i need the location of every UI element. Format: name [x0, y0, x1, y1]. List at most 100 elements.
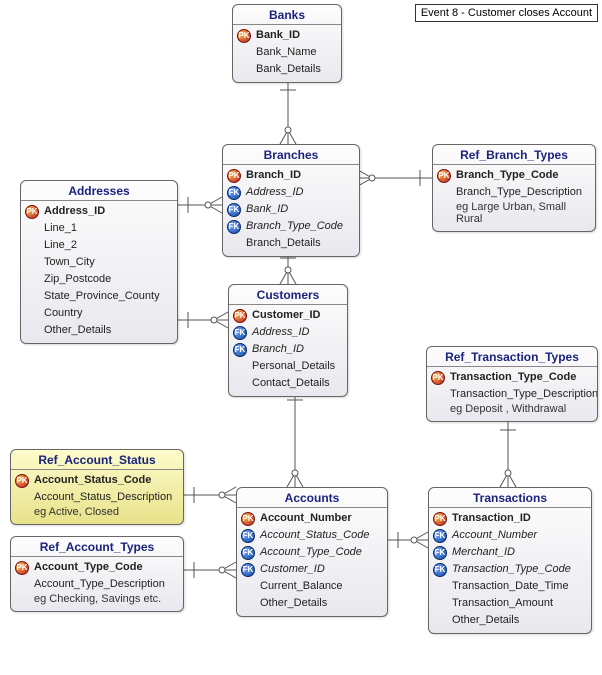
attr-label: Zip_Postcode [44, 272, 171, 287]
attr-row: Bank_ID [233, 27, 341, 44]
attr-row: Address_ID [229, 324, 347, 341]
attr-row: Branch_Type_Code [223, 218, 359, 235]
attr-label: Account_Type_Code [34, 560, 177, 575]
entity-accounts: AccountsAccount_NumberAccount_Status_Cod… [236, 487, 388, 617]
entity-note: eg Checking, Savings etc. [11, 593, 183, 607]
entity-title: Addresses [21, 181, 177, 201]
attr-row: Branch_Type_Code [433, 167, 595, 184]
attr-label: Transaction_Type_Description [450, 387, 598, 402]
attr-label: Bank_Name [256, 45, 335, 60]
attr-label: Transaction_Amount [452, 596, 585, 611]
attr-row: Transaction_ID [429, 510, 591, 527]
attr-row: Branch_Details [223, 235, 359, 252]
attr-row: Account_Type_Description [11, 576, 183, 593]
attr-row: Current_Balance [237, 578, 387, 595]
pk-icon [227, 169, 241, 183]
attr-row: Branch_Type_Description [433, 184, 595, 201]
attr-row: Town_City [21, 254, 177, 271]
entity-banks: Banks Bank_IDBank_Name Bank_Details [232, 4, 342, 83]
pk-icon [233, 309, 247, 323]
pk-icon [25, 205, 39, 219]
attr-label: Account_Status_Description [34, 490, 177, 505]
attr-label: Account_Type_Description [34, 577, 177, 592]
entity-attrs: Bank_IDBank_Name Bank_Details [233, 25, 341, 82]
attr-label: Other_Details [44, 323, 171, 338]
attr-row: Account_Number [237, 510, 387, 527]
attr-row: Account_Status_Code [11, 472, 183, 489]
attr-label: Town_City [44, 255, 171, 270]
attr-label: Branch_Type_Code [456, 168, 589, 183]
entity-title: Branches [223, 145, 359, 165]
attr-label: Customer_ID [252, 308, 341, 323]
attr-label: Branch_ID [252, 342, 341, 357]
attr-label: Account_Type_Code [260, 545, 381, 560]
entity-title: Banks [233, 5, 341, 25]
caption-label: Event 8 - Customer closes Account [421, 7, 592, 19]
pk-icon [15, 474, 29, 488]
attr-label: Transaction_Type_Code [452, 562, 585, 577]
entity-note: eg Active, Closed [11, 506, 183, 520]
attr-row: Merchant_ID [429, 544, 591, 561]
attr-row: State_Province_County [21, 288, 177, 305]
pk-icon [241, 512, 255, 526]
spacer-icon [241, 580, 255, 594]
spacer-icon [25, 256, 39, 270]
attr-row: Account_Number [429, 527, 591, 544]
fk-icon [233, 343, 247, 357]
attr-label: Bank_Details [256, 62, 335, 77]
spacer-icon [437, 186, 451, 200]
attr-label: Branch_Type_Description [456, 185, 589, 200]
attr-row: Bank_ID [223, 201, 359, 218]
spacer-icon [241, 597, 255, 611]
attr-row: Personal_Details [229, 358, 347, 375]
spacer-icon [433, 614, 447, 628]
entity-attrs: Transaction_IDAccount_NumberMerchant_ID T… [429, 508, 591, 633]
entity-note: eg Large Urban, Small Rural [433, 201, 595, 227]
attr-label: Bank_ID [246, 202, 353, 217]
attr-label: Country [44, 306, 171, 321]
fk-icon [433, 546, 447, 560]
spacer-icon [25, 324, 39, 338]
spacer-icon [433, 580, 447, 594]
fk-icon [227, 203, 241, 217]
fk-icon [227, 186, 241, 200]
attr-label: Branch_Details [246, 236, 353, 251]
pk-icon [433, 512, 447, 526]
fk-icon [227, 220, 241, 234]
diagram-caption: Event 8 - Customer closes Account [415, 4, 598, 22]
attr-row: Line_2 [21, 237, 177, 254]
spacer-icon [15, 578, 29, 592]
attr-label: Contact_Details [252, 376, 341, 391]
attr-label: Customer_ID [260, 562, 381, 577]
entity-title: Ref_Branch_Types [433, 145, 595, 165]
attr-label: Transaction_Date_Time [452, 579, 585, 594]
fk-icon [433, 529, 447, 543]
attr-row: Branch_ID [229, 341, 347, 358]
attr-label: Current_Balance [260, 579, 381, 594]
attr-row: Account_Status_Description [11, 489, 183, 506]
pk-icon [237, 29, 251, 43]
attr-row: Other_Details [429, 612, 591, 629]
attr-label: Line_1 [44, 221, 171, 236]
spacer-icon [233, 377, 247, 391]
attr-row: Bank_Name [233, 44, 341, 61]
pk-icon [437, 169, 451, 183]
spacer-icon [25, 239, 39, 253]
attr-label: Merchant_ID [452, 545, 585, 560]
attr-row: Transaction_Date_Time [429, 578, 591, 595]
fk-icon [241, 546, 255, 560]
fk-icon [233, 326, 247, 340]
spacer-icon [25, 290, 39, 304]
attr-row: Zip_Postcode [21, 271, 177, 288]
attr-row: Other_Details [237, 595, 387, 612]
attr-row: Customer_ID [237, 561, 387, 578]
spacer-icon [25, 307, 39, 321]
attr-row: Account_Type_Code [11, 559, 183, 576]
entity-title: Ref_Account_Status [11, 450, 183, 470]
attr-label: Transaction_ID [452, 511, 585, 526]
entity-attrs: Branch_IDAddress_IDBank_IDBranch_Type_Co… [223, 165, 359, 256]
spacer-icon [237, 46, 251, 60]
spacer-icon [227, 237, 241, 251]
attr-label: Transaction_Type_Code [450, 370, 591, 385]
attr-row: Account_Type_Code [237, 544, 387, 561]
